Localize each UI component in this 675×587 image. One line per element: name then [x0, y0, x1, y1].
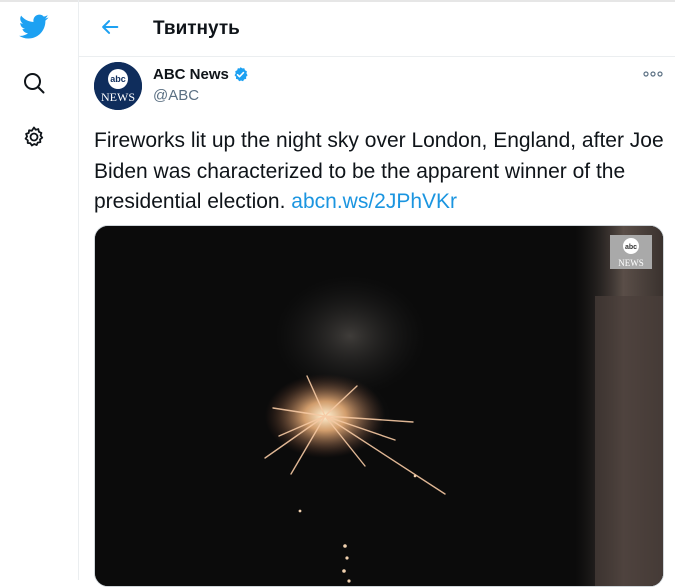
more-options-button[interactable]: [641, 65, 665, 83]
page-header: Твитнуть: [79, 2, 675, 57]
svg-text:abc: abc: [625, 244, 637, 251]
twitter-logo-button[interactable]: [14, 9, 54, 49]
svg-text:NEWS: NEWS: [101, 90, 135, 104]
search-icon: [22, 71, 46, 100]
abc-news-watermark: abc NEWS: [610, 235, 652, 269]
left-nav-rail: [0, 0, 79, 580]
svg-text:abc: abc: [110, 74, 126, 84]
verified-badge-icon: [232, 66, 249, 83]
fireworks-video-frame: [95, 226, 663, 586]
tweet-media-video[interactable]: abc NEWS: [94, 225, 664, 587]
page-title: Твитнуть: [153, 18, 240, 39]
author-handle[interactable]: @ABC: [153, 87, 199, 104]
tweet-link[interactable]: abcn.ws/2JPhVKr: [291, 190, 457, 213]
settings-button[interactable]: [14, 119, 54, 159]
back-button[interactable]: [93, 12, 127, 46]
svg-text:NEWS: NEWS: [618, 258, 644, 268]
tweet-text: Fireworks lit up the night sky over Lond…: [94, 126, 669, 218]
author-name[interactable]: ABC News: [153, 66, 229, 83]
more-dots-icon: [643, 65, 663, 83]
gear-icon: [22, 125, 46, 154]
twitter-bird-icon: [19, 14, 49, 45]
abc-news-logo: abc NEWS: [94, 62, 142, 110]
tweet: abc NEWS ABC News @ABC Fireworks lit up …: [79, 57, 675, 587]
search-button[interactable]: [14, 65, 54, 105]
back-arrow-icon: [99, 16, 121, 43]
avatar[interactable]: abc NEWS: [94, 62, 142, 110]
